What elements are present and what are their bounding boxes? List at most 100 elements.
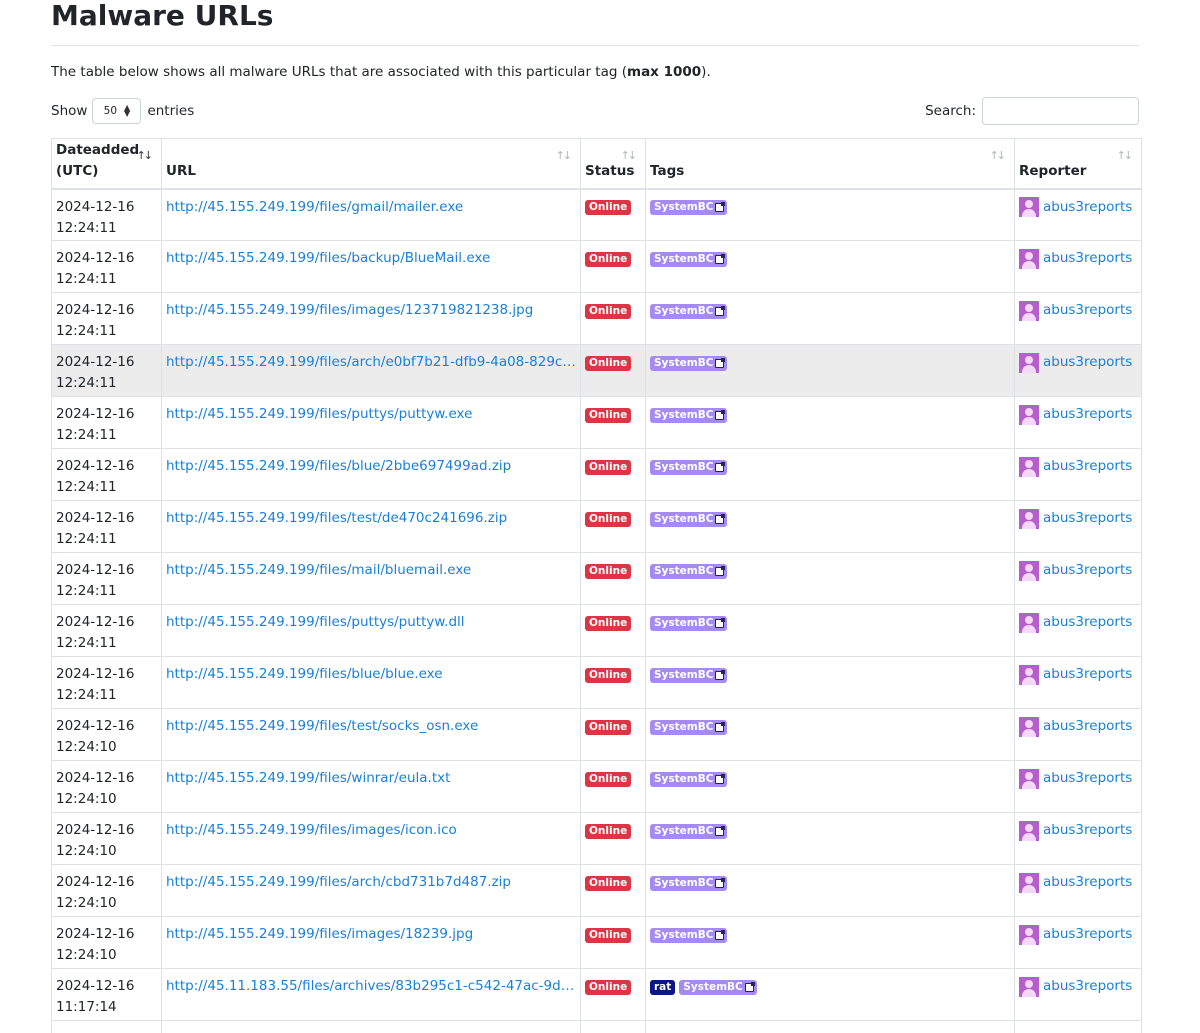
reporter-link[interactable]: abus3reports — [1043, 664, 1132, 685]
reporter-link[interactable]: abus3reports — [1043, 456, 1132, 477]
url-link[interactable]: http://45.155.249.199/files/test/socks_o… — [166, 716, 576, 737]
reporter-link[interactable]: abus3reports — [1043, 197, 1132, 218]
reporter-link[interactable]: abus3reports — [1043, 248, 1132, 269]
date-cell: 2024-12-16 12:24:11 — [51, 448, 162, 501]
reporter-link[interactable]: abus3reports — [1043, 716, 1132, 737]
url-link[interactable]: http://45.155.249.199/files/arch/cbd731b… — [166, 872, 576, 893]
url-link[interactable]: http://45.155.249.199/files/puttys/putty… — [166, 404, 576, 425]
header-tags[interactable]: Tags ↑↓ — [645, 138, 1015, 190]
tag-badge[interactable]: SystemBC — [650, 511, 728, 527]
tag-label: SystemBC — [683, 980, 743, 993]
page-length-select[interactable]: 50 ▲ ▼ — [92, 98, 142, 124]
tag-badge[interactable]: SystemBC — [650, 875, 728, 891]
tag-badge[interactable]: SystemBC — [679, 979, 757, 995]
reporter-link[interactable]: abus3reports — [1043, 820, 1132, 841]
reporter-link[interactable]: abus3reports — [1043, 924, 1132, 945]
external-link-icon[interactable] — [715, 305, 726, 316]
url-link[interactable]: http://45.155.249.199/files/images/12371… — [166, 300, 576, 321]
tag-badge[interactable]: SystemBC — [650, 563, 728, 579]
url-link[interactable]: http://45.155.249.199/files/gmail/mailer… — [166, 197, 576, 218]
external-link-icon[interactable] — [715, 409, 726, 420]
external-link-icon[interactable] — [715, 825, 726, 836]
tag-badge[interactable]: SystemBC — [650, 200, 728, 215]
reporter-link[interactable]: abus3reports — [1043, 768, 1132, 789]
avatar — [1019, 404, 1039, 425]
header-reporter[interactable]: Reporter ↑↓ — [1014, 138, 1142, 190]
tag-badge[interactable]: SystemBC — [650, 927, 728, 943]
url-link[interactable]: http://45.155.249.199/files/images/icon.… — [166, 820, 576, 841]
status-badge: Online — [585, 615, 632, 631]
external-link-icon[interactable] — [715, 461, 726, 472]
tags-cell: SystemBC — [645, 864, 1015, 917]
external-link-icon[interactable] — [715, 877, 726, 888]
tag-badge[interactable]: SystemBC — [650, 615, 728, 631]
reporter-link[interactable]: abus3reports — [1043, 404, 1132, 425]
url-link[interactable]: http://45.155.249.199/files/mail/bluemai… — [166, 560, 576, 581]
url-link[interactable]: http://45.155.249.199/files/winrar/eula.… — [166, 768, 576, 789]
external-link-icon[interactable] — [715, 357, 726, 368]
external-link-icon[interactable] — [744, 981, 755, 992]
reporter-link[interactable]: abus3reports — [1043, 508, 1132, 529]
header-status[interactable]: Status ↑↓ — [580, 138, 646, 190]
url-cell: http://45.155.249.199/files/mail/bluemai… — [161, 552, 581, 605]
sort-icon: ↑↓ — [555, 149, 573, 162]
tag-badge-rat[interactable]: rat — [650, 979, 676, 995]
reporter-link[interactable]: abus3reports — [1043, 872, 1132, 893]
external-link-icon[interactable] — [715, 253, 726, 264]
external-link-icon[interactable] — [715, 513, 726, 524]
tag-badge[interactable]: SystemBC — [650, 667, 728, 683]
url-cell: http://45.155.249.199/files/puttys/putty… — [161, 604, 581, 657]
table-row: 2024-12-16 12:24:11 http://45.155.249.199… — [51, 656, 1142, 709]
url-cell: http://45.155.249.199/files/arch/e0bf7b2… — [161, 344, 581, 397]
url-link[interactable]: http://45.155.249.199/files/test/de470c2… — [166, 508, 576, 529]
external-link-icon[interactable] — [715, 617, 726, 628]
external-link-icon[interactable] — [715, 929, 726, 940]
tag-label: SystemBC — [654, 460, 714, 473]
tags-cell: SystemBC — [645, 552, 1015, 605]
tag-badge[interactable]: SystemBC — [650, 823, 728, 839]
url-cell: http://45.155.249.199/files/blue/2bbe697… — [161, 448, 581, 501]
status-cell: Online — [580, 708, 646, 761]
tag-badge[interactable]: SystemBC — [650, 407, 728, 423]
tag-badge[interactable]: SystemBC — [650, 251, 728, 267]
reporter: abus3reports — [1019, 768, 1137, 789]
external-link-icon[interactable] — [715, 202, 726, 212]
external-link-icon[interactable] — [715, 721, 726, 732]
header-url[interactable]: URL ↑↓ — [161, 138, 581, 190]
tag-badge[interactable]: SystemBC — [650, 719, 728, 735]
intro-text: The table below shows all malware URLs t… — [51, 62, 711, 82]
url-link[interactable]: http://45.11.183.55/files/archives/83b29… — [166, 976, 576, 997]
url-link[interactable]: http://45.155.249.199/files/puttys/putty… — [166, 612, 576, 633]
url-link[interactable]: http://45.155.249.199/files/arch/e0bf7b2… — [166, 352, 576, 373]
reporter-link[interactable]: abus3reports — [1043, 976, 1132, 997]
tag-label: SystemBC — [654, 356, 714, 369]
external-link-icon[interactable] — [715, 669, 726, 680]
tag-badge[interactable]: SystemBC — [650, 771, 728, 787]
reporter-link[interactable]: abus3reports — [1043, 352, 1132, 373]
reporter: abus3reports — [1019, 924, 1137, 945]
header-dateadded[interactable]: Dateadded (UTC) ↑↓ — [51, 138, 162, 190]
url-link[interactable]: http://45.155.249.199/files/backup/BlueM… — [166, 248, 576, 269]
header-url-label: URL — [166, 162, 196, 179]
reporter-link[interactable]: abus3reports — [1043, 300, 1132, 321]
external-link-icon[interactable] — [715, 565, 726, 576]
tag-badge[interactable]: SystemBC — [650, 303, 728, 319]
url-link[interactable]: http://45.155.249.199/files/blue/2bbe697… — [166, 456, 576, 477]
url-link[interactable]: http://45.155.249.199/files/blue/blue.ex… — [166, 664, 576, 685]
reporter-link[interactable]: abus3reports — [1043, 612, 1132, 633]
url-link[interactable]: http://45.155.249.199/files/images/18239… — [166, 924, 576, 945]
table-row: 2024-12-16 12:24:11 http://45.155.249.199… — [51, 188, 1142, 241]
tag-badge[interactable]: SystemBC — [650, 459, 728, 475]
reporter-link[interactable]: abus3reports — [1043, 560, 1132, 581]
tag-badge[interactable]: SystemBC — [650, 355, 728, 371]
table-row: 2024-12-16 12:24:11 http://45.155.249.199… — [51, 396, 1142, 449]
table-row: 2024-12-16 12:24:10 http://45.155.249.199… — [51, 760, 1142, 813]
reporter: abus3reports — [1019, 197, 1137, 218]
reporter: abus3reports — [1019, 456, 1137, 477]
reporter-cell: abus3reports — [1014, 448, 1142, 501]
tags-cell: SystemBC — [645, 240, 1015, 293]
status-badge: Online — [585, 407, 632, 423]
search-input[interactable] — [982, 97, 1139, 125]
external-link-icon[interactable] — [715, 773, 726, 784]
tag-label: SystemBC — [654, 772, 714, 785]
